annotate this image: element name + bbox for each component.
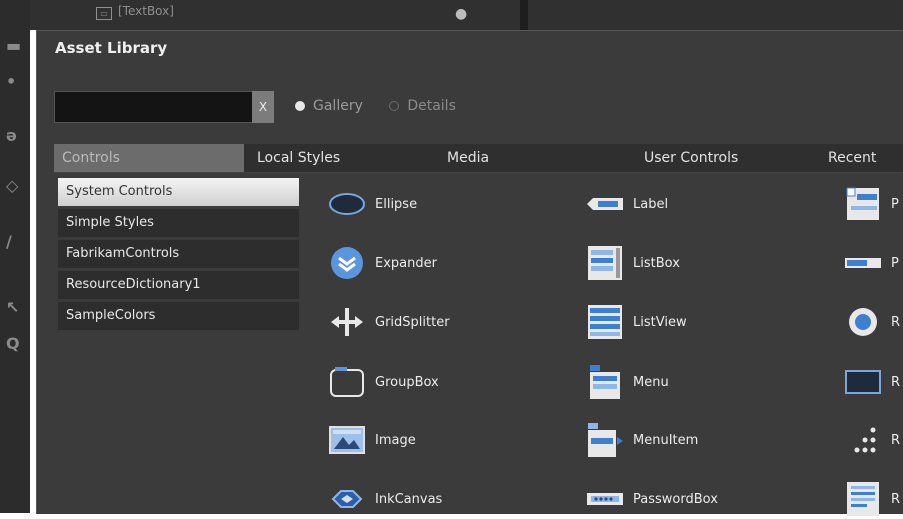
control-passwordbox[interactable]: PasswordBox bbox=[585, 479, 718, 519]
tab-media[interactable]: Media bbox=[447, 144, 489, 172]
control-label: InkCanvas bbox=[375, 491, 443, 507]
radiobutton-icon bbox=[843, 302, 883, 342]
tool-icon[interactable]: ◇ bbox=[6, 176, 18, 195]
control-label: P bbox=[891, 196, 899, 212]
control-label: Label bbox=[633, 196, 669, 212]
control-label: R bbox=[891, 314, 901, 330]
gallery-label: Gallery bbox=[313, 98, 363, 114]
control-groupbox[interactable]: GroupBox bbox=[327, 362, 439, 402]
control-inkcanvas[interactable]: InkCanvas bbox=[327, 479, 442, 519]
dialog-title: Asset Library bbox=[55, 39, 168, 57]
background-left-toolbar: ▬ • ə ◇ / ↖ Q bbox=[0, 0, 30, 513]
repeatbutton-icon bbox=[843, 420, 883, 460]
label-icon bbox=[585, 184, 625, 224]
category-system-controls[interactable]: System Controls bbox=[58, 177, 299, 206]
passwordbox-icon bbox=[585, 479, 625, 519]
category-list: System Controls Simple Styles FabrikamCo… bbox=[58, 177, 299, 332]
control-label: R bbox=[891, 374, 901, 390]
gallery-radio[interactable]: Gallery bbox=[295, 98, 363, 114]
control-r-1[interactable]: R bbox=[843, 302, 900, 342]
tool-icon[interactable]: ▬ bbox=[6, 36, 21, 55]
progressbar-icon bbox=[843, 243, 883, 283]
control-expander[interactable]: Expander bbox=[327, 243, 437, 283]
search-input[interactable] bbox=[54, 91, 270, 123]
panel-item-label: [TextBox] bbox=[118, 4, 174, 18]
control-label: GridSplitter bbox=[375, 314, 450, 330]
category-simple-styles[interactable]: Simple Styles bbox=[58, 208, 299, 237]
tool-icon[interactable]: ↖ bbox=[6, 298, 19, 317]
gridsplitter-icon bbox=[327, 302, 367, 342]
control-label: R bbox=[891, 432, 901, 448]
background-panel-item[interactable]: ▭ [TextBox] bbox=[96, 4, 174, 20]
control-label: Image bbox=[375, 432, 416, 448]
asset-library-dialog: Asset Library X Gallery Details Controls… bbox=[36, 30, 903, 516]
search-clear-button[interactable]: X bbox=[252, 91, 274, 123]
menu-icon bbox=[585, 362, 625, 402]
control-label: GroupBox bbox=[375, 374, 439, 390]
richtextbox-icon bbox=[843, 479, 883, 519]
control-menuitem[interactable]: MenuItem bbox=[585, 420, 698, 460]
listview-icon bbox=[585, 302, 625, 342]
tab-controls[interactable]: Controls bbox=[54, 144, 244, 172]
control-listview[interactable]: ListView bbox=[585, 302, 687, 342]
visibility-eye-icon[interactable]: ● bbox=[455, 6, 467, 22]
control-label-item[interactable]: Label bbox=[585, 184, 668, 224]
control-r-4[interactable]: R bbox=[843, 479, 900, 519]
tool-icon[interactable]: / bbox=[6, 232, 12, 251]
radio-unchecked-icon bbox=[389, 101, 400, 111]
control-image[interactable]: Image bbox=[327, 420, 416, 460]
details-radio[interactable]: Details bbox=[389, 98, 456, 114]
inkcanvas-icon bbox=[327, 479, 367, 519]
control-r-2[interactable]: R bbox=[843, 362, 900, 402]
radio-checked-icon bbox=[295, 101, 305, 111]
control-ellipse[interactable]: Ellipse bbox=[327, 184, 417, 224]
control-label: MenuItem bbox=[633, 432, 699, 448]
control-label: Menu bbox=[633, 374, 669, 390]
expander-icon bbox=[327, 243, 367, 283]
tab-bar: Controls Local Styles Media User Control… bbox=[54, 144, 903, 173]
view-mode-options: Gallery Details bbox=[295, 98, 478, 115]
control-listbox[interactable]: ListBox bbox=[585, 243, 680, 283]
details-label: Details bbox=[407, 98, 456, 114]
image-icon bbox=[327, 420, 367, 460]
tab-recent[interactable]: Recent bbox=[828, 144, 876, 172]
control-label: PasswordBox bbox=[633, 491, 718, 507]
control-label: Ellipse bbox=[375, 196, 418, 212]
control-label: R bbox=[891, 491, 901, 507]
control-gridsplitter[interactable]: GridSplitter bbox=[327, 302, 450, 342]
tab-user-controls[interactable]: User Controls bbox=[644, 144, 738, 172]
control-p-1[interactable]: P bbox=[843, 184, 899, 224]
groupbox-icon bbox=[327, 362, 367, 402]
category-resource-dictionary[interactable]: ResourceDictionary1 bbox=[58, 270, 299, 299]
rectangle-icon bbox=[843, 362, 883, 402]
textbox-icon: ▭ bbox=[96, 7, 112, 20]
control-label: P bbox=[891, 255, 899, 271]
category-fabrikam-controls[interactable]: FabrikamControls bbox=[58, 239, 299, 268]
tab-local-styles[interactable]: Local Styles bbox=[257, 144, 340, 172]
control-label: ListView bbox=[633, 314, 687, 330]
tool-icon[interactable]: ə bbox=[6, 126, 17, 145]
control-r-3[interactable]: R bbox=[843, 420, 900, 460]
page-icon bbox=[843, 184, 883, 224]
control-p-2[interactable]: P bbox=[843, 243, 899, 283]
category-sample-colors[interactable]: SampleColors bbox=[58, 301, 299, 330]
ellipse-icon bbox=[327, 184, 367, 224]
tool-icon[interactable]: • bbox=[6, 72, 16, 91]
control-label: Expander bbox=[375, 255, 437, 271]
control-label: ListBox bbox=[633, 255, 680, 271]
listbox-icon bbox=[585, 243, 625, 283]
menuitem-icon bbox=[585, 420, 625, 460]
background-divider bbox=[520, 0, 528, 30]
control-menu[interactable]: Menu bbox=[585, 362, 669, 402]
tool-icon[interactable]: Q bbox=[6, 334, 20, 353]
